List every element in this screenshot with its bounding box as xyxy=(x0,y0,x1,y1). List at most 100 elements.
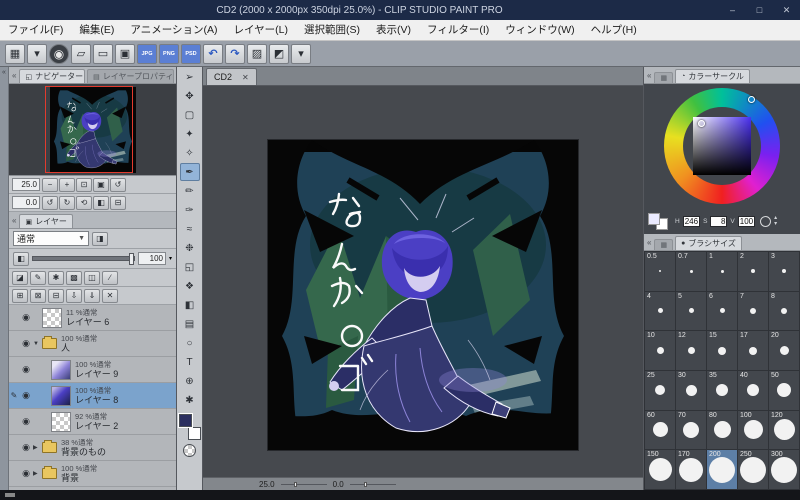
brush-size-cell[interactable]: 7 xyxy=(738,291,768,331)
brush-size-cell[interactable]: 8 xyxy=(769,291,799,331)
brush-size-cell[interactable]: 300 xyxy=(769,450,799,489)
set-ruler-button[interactable]: ∕ xyxy=(102,270,118,285)
layer-visibility-toggle[interactable]: ◉ xyxy=(19,364,33,375)
combine-mode-button[interactable]: ◨ xyxy=(92,231,108,246)
status-rotation-slider[interactable] xyxy=(349,481,396,487)
change-palette-color-button[interactable]: ◪ xyxy=(12,270,28,285)
menu-item-1[interactable]: 編集(E) xyxy=(71,20,122,40)
layer-row[interactable]: ◉ 92 %通常 レイヤー 2 xyxy=(9,409,176,435)
menu-item-0[interactable]: ファイル(F) xyxy=(0,20,71,40)
panel-collapse-arrow[interactable]: « xyxy=(646,238,652,247)
blend-mode-select[interactable]: 通常 ▼ xyxy=(13,231,89,246)
layer-row[interactable]: ◉ ▼ 100 %通常 人 xyxy=(9,331,176,357)
brush-size-cell[interactable]: 1 xyxy=(707,252,737,291)
airbrush-tool[interactable]: ≈ xyxy=(180,220,200,238)
decoration-tool[interactable]: ❉ xyxy=(180,239,200,257)
tab-color-wheel[interactable]: ◔ カラーサークル xyxy=(675,69,750,83)
brush-size-cell[interactable]: 0.7 xyxy=(676,252,706,291)
gradient-tool[interactable]: ▤ xyxy=(180,315,200,333)
hsv-value-value[interactable]: 100 xyxy=(737,215,756,227)
layer-expand-arrow[interactable]: ▼ xyxy=(33,341,42,347)
export-psd-button[interactable]: PSD xyxy=(181,43,201,64)
zoom-in-button[interactable]: + xyxy=(59,177,75,192)
brush-size-cell[interactable]: 6 xyxy=(707,291,737,331)
eyedropper-tool[interactable]: ✧ xyxy=(180,144,200,162)
menu-item-3[interactable]: レイヤー(L) xyxy=(226,20,297,40)
clip-studio-logo-button[interactable]: ◉ xyxy=(49,43,69,64)
delete-layer-button[interactable]: ✕ xyxy=(102,288,118,303)
eraser-tool[interactable]: ◱ xyxy=(180,258,200,276)
layer-thumbnail[interactable] xyxy=(51,385,71,406)
fill-tool[interactable]: ◧ xyxy=(180,296,200,314)
tab-layer-property[interactable]: ▤ レイヤープロパティ xyxy=(87,69,174,83)
main-color-swatch[interactable] xyxy=(177,413,193,428)
new-vector-layer-button[interactable]: ⊠ xyxy=(30,288,46,303)
menu-item-5[interactable]: 表示(V) xyxy=(368,20,419,40)
layer-row[interactable]: ◉ 100 %通常 レイヤー 9 xyxy=(9,357,176,383)
brush-tool[interactable]: ✑ xyxy=(180,201,200,219)
reset-zoom-button[interactable]: ↺ xyxy=(110,177,126,192)
layer-visibility-toggle[interactable]: ◉ xyxy=(19,338,33,349)
layer-thumbnail[interactable] xyxy=(51,359,71,380)
menu-item-6[interactable]: フィルター(I) xyxy=(419,20,497,40)
toolbar-overflow-dropdown[interactable]: ▾ xyxy=(291,43,311,64)
new-raster-layer-button[interactable]: ⊞ xyxy=(12,288,28,303)
brush-size-cell[interactable]: 170 xyxy=(676,450,706,489)
brush-size-cell[interactable]: 10 xyxy=(645,331,675,370)
layer-visibility-toggle[interactable]: ◉ xyxy=(19,468,33,479)
brush-size-cell[interactable]: 120 xyxy=(769,410,799,450)
brush-size-cell[interactable]: 35 xyxy=(707,371,737,410)
operate-tool[interactable]: ➢ xyxy=(180,68,200,86)
flip-vertical-button[interactable]: ⊟ xyxy=(110,195,126,210)
selection-tool[interactable]: ▢ xyxy=(180,106,200,124)
panel-collapse-arrow[interactable]: « xyxy=(646,71,652,80)
maximize-button[interactable]: □ xyxy=(746,0,773,20)
sub-color-swatch[interactable] xyxy=(187,427,201,440)
tab-layers[interactable]: ▣ レイヤー xyxy=(19,214,73,228)
document-close-icon[interactable]: ✕ xyxy=(242,73,249,82)
undo-button[interactable]: ↶ xyxy=(203,43,223,64)
export-jpg-button[interactable]: JPG xyxy=(137,43,157,64)
brush-size-cell[interactable]: 250 xyxy=(738,450,768,489)
hue-selector[interactable] xyxy=(748,96,755,103)
brush-size-cell[interactable]: 5 xyxy=(676,291,706,331)
zoom-out-button[interactable]: − xyxy=(42,177,58,192)
layer-row[interactable]: ◉ ▶ 100 %通常 背景 xyxy=(9,461,176,487)
new-canvas-button[interactable]: ▱ xyxy=(71,43,91,64)
brush-size-cell[interactable]: 200 xyxy=(707,450,737,489)
pen-tool[interactable]: ✒ xyxy=(179,163,200,181)
lock-transparent-pixel-button[interactable]: ▩ xyxy=(66,270,82,285)
transparent-color-icon[interactable] xyxy=(760,215,772,227)
merge-down-button[interactable]: ⇩ xyxy=(66,288,82,303)
brush-size-cell[interactable]: 30 xyxy=(676,371,706,410)
reset-rotation-button[interactable]: ⟲ xyxy=(76,195,92,210)
brush-size-cell[interactable]: 12 xyxy=(676,331,706,370)
collapse-left-panel-arrow[interactable]: « xyxy=(2,69,6,76)
status-rotation-value[interactable]: 0.0 xyxy=(333,480,344,489)
brush-size-cell[interactable]: 4 xyxy=(645,291,675,331)
brush-size-cell[interactable]: 17 xyxy=(738,331,768,370)
sv-selector[interactable] xyxy=(698,120,705,127)
layer-row[interactable]: ✎ ◉ 100 %通常 レイヤー 8 xyxy=(9,383,176,409)
opacity-slider[interactable] xyxy=(32,253,135,265)
zoom-value-field[interactable]: 25.0 xyxy=(12,178,40,191)
auto-select-tool[interactable]: ✦ xyxy=(180,125,200,143)
layer-thumbnail[interactable] xyxy=(51,411,71,432)
open-file-button[interactable]: ▭ xyxy=(93,43,113,64)
layer-visibility-toggle[interactable]: ◉ xyxy=(19,416,33,427)
workspace-grid-button[interactable]: ▦ xyxy=(5,43,25,64)
clear-button[interactable]: ▨ xyxy=(247,43,267,64)
figure-tool[interactable]: ○ xyxy=(180,334,200,352)
canvas-surface[interactable] xyxy=(203,86,643,477)
menu-item-2[interactable]: アニメーション(A) xyxy=(122,20,225,40)
rotate-right-button[interactable]: ↻ xyxy=(59,195,75,210)
brush-size-cell[interactable]: 0.5 xyxy=(645,252,675,291)
brush-size-cell[interactable]: 50 xyxy=(769,371,799,410)
layer-visibility-toggle[interactable]: ◉ xyxy=(19,312,33,323)
tab-navigator[interactable]: ◱ ナビゲーター xyxy=(19,69,86,83)
status-zoom-slider[interactable] xyxy=(280,481,327,487)
tab-brush-grid-icon[interactable]: ▦ xyxy=(654,239,674,250)
rotate-left-button[interactable]: ↺ xyxy=(42,195,58,210)
opacity-value[interactable]: 100 xyxy=(137,252,166,265)
fit-to-window-button[interactable]: ⊡ xyxy=(76,177,92,192)
